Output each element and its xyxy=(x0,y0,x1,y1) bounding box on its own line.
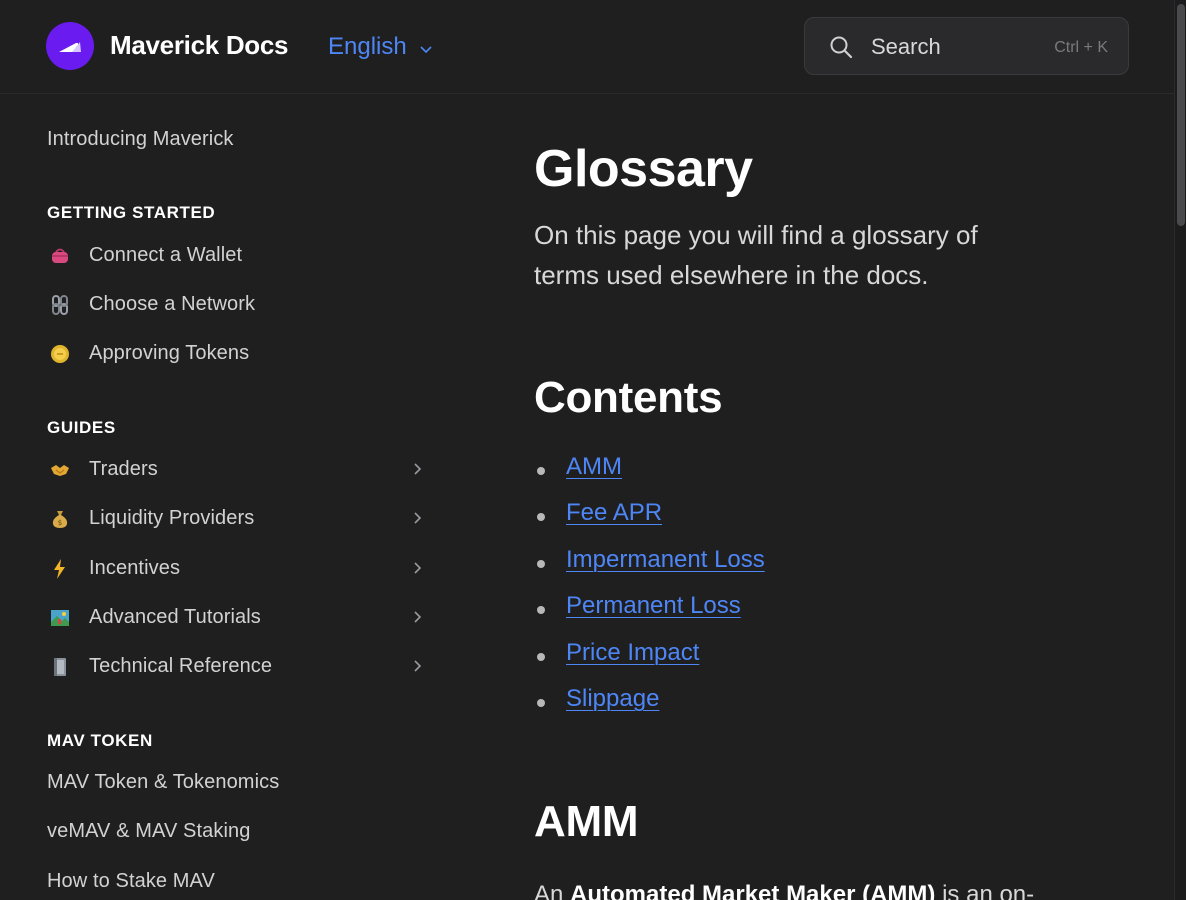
amm-heading: AMM xyxy=(534,797,639,846)
sidebar-item-label: Advanced Tutorials xyxy=(89,606,261,628)
lightning-icon xyxy=(49,558,71,580)
sidebar-item-label: Approving Tokens xyxy=(89,342,250,364)
bullet xyxy=(537,698,545,707)
picture-icon xyxy=(49,607,71,629)
sidebar-item-label: Liquidity Providers xyxy=(89,507,255,529)
sidebar-item-advanced-tutorials[interactable]: Advanced Tutorials xyxy=(47,600,427,636)
sidebar-nav: Introducing Maverick GETTING STARTED Con… xyxy=(0,95,440,900)
sidebar-item-vemav-staking[interactable]: veMAV & MAV Staking xyxy=(47,820,250,843)
search-icon xyxy=(829,35,853,64)
sidebar-item-introducing-maverick[interactable]: Introducing Maverick xyxy=(47,128,234,151)
contents-heading: Contents xyxy=(534,373,723,422)
scrollbar-thumb[interactable] xyxy=(1177,4,1185,226)
toc-link-fee-apr[interactable]: Fee APR xyxy=(566,499,662,526)
section-guides: GUIDES xyxy=(47,418,116,437)
handshake-icon xyxy=(49,459,71,481)
language-label: English xyxy=(328,33,407,60)
toc-item: AMM xyxy=(534,453,765,499)
main-content: Glossary On this page you will find a gl… xyxy=(534,95,1134,900)
toc-item: Permanent Loss xyxy=(534,592,765,638)
section-mav-token: MAV TOKEN xyxy=(47,731,153,750)
toc-item: Fee APR xyxy=(534,499,765,545)
sidebar-item-approving-tokens[interactable]: Approving Tokens xyxy=(47,336,427,372)
bullet xyxy=(537,467,545,475)
sidebar-item-traders[interactable]: Traders xyxy=(47,452,427,488)
toc-link-permanent-loss[interactable]: Permanent Loss xyxy=(566,592,741,619)
toc-link-amm[interactable]: AMM xyxy=(566,453,622,480)
sidebar-item-choose-network[interactable]: Choose a Network xyxy=(47,287,427,323)
page-scrollbar[interactable] xyxy=(1174,0,1186,900)
site-title[interactable]: Maverick Docs xyxy=(110,30,289,61)
table-of-contents: AMM Fee APR Impermanent Loss Permanent L… xyxy=(534,453,765,731)
book-icon xyxy=(49,656,71,678)
toc-link-price-impact[interactable]: Price Impact xyxy=(566,639,699,666)
search-shortcut: Ctrl + K xyxy=(1054,39,1108,56)
bullet xyxy=(537,513,545,522)
sidebar-item-mav-tokenomics[interactable]: MAV Token & Tokenomics xyxy=(47,771,279,794)
chevron-right-icon xyxy=(413,561,423,580)
search-box[interactable]: Search Ctrl + K xyxy=(804,17,1129,75)
docs-page: Maverick Docs English Search Ctrl + K In… xyxy=(0,0,1186,900)
amm-para-suffix: is an on- xyxy=(935,881,1035,900)
chevron-right-icon xyxy=(413,462,423,481)
bullet xyxy=(537,559,545,568)
toc-item: Price Impact xyxy=(534,639,765,685)
svg-text:$: $ xyxy=(58,519,62,527)
toc-link-slippage[interactable]: Slippage xyxy=(566,685,659,712)
top-header: Maverick Docs English Search Ctrl + K xyxy=(0,0,1174,94)
amm-para-prefix: An xyxy=(534,881,571,900)
sidebar-item-liquidity-providers[interactable]: $ Liquidity Providers xyxy=(47,501,427,537)
search-placeholder: Search xyxy=(871,34,941,59)
coin-icon xyxy=(49,343,71,365)
chevron-down-icon xyxy=(419,34,433,62)
chevron-right-icon xyxy=(413,659,423,678)
sidebar-item-technical-reference[interactable]: Technical Reference xyxy=(47,649,427,685)
sidebar-item-label: Incentives xyxy=(89,557,181,579)
sidebar-item-label: Traders xyxy=(89,458,158,480)
page-title: Glossary xyxy=(534,140,753,198)
sidebar-item-label: Choose a Network xyxy=(89,293,256,315)
purse-icon xyxy=(49,245,71,267)
maverick-logo[interactable] xyxy=(46,22,94,70)
toc-link-impermanent-loss[interactable]: Impermanent Loss xyxy=(566,546,765,573)
sidebar-item-label: Connect a Wallet xyxy=(89,244,243,266)
sidebar-item-connect-wallet[interactable]: Connect a Wallet xyxy=(47,238,427,274)
chevron-right-icon xyxy=(413,610,423,629)
language-selector[interactable]: English xyxy=(328,32,433,62)
section-getting-started: GETTING STARTED xyxy=(47,203,216,222)
sidebar-item-incentives[interactable]: Incentives xyxy=(47,551,427,587)
chevron-right-icon xyxy=(413,511,423,530)
toc-item: Slippage xyxy=(534,685,765,731)
sidebar-item-how-to-stake[interactable]: How to Stake MAV xyxy=(47,870,215,893)
page-lead: On this page you will find a glossary of… xyxy=(534,220,978,290)
bullet xyxy=(537,652,545,661)
chain-icon xyxy=(49,294,71,316)
sidebar-item-label: Technical Reference xyxy=(89,655,273,677)
toc-item: Impermanent Loss xyxy=(534,546,765,592)
bullet xyxy=(537,606,545,615)
amm-para-bold: Automated Market Maker (AMM) xyxy=(570,881,936,900)
money-bag-icon: $ xyxy=(49,508,71,530)
amm-paragraph: An Automated Market Maker (AMM) is an on… xyxy=(534,881,1034,900)
